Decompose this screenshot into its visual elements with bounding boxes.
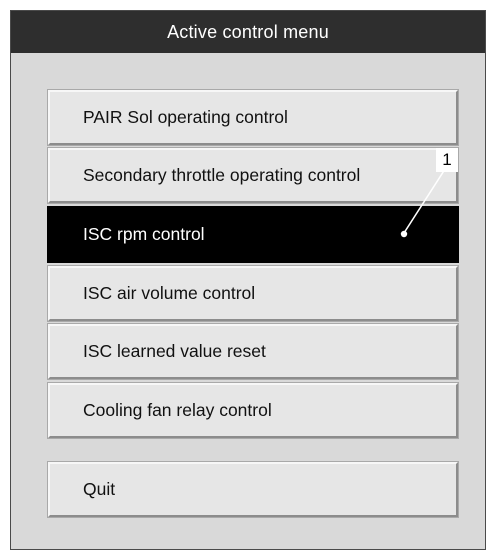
menu-item-isc-rpm-control[interactable]: ISC rpm control: [47, 206, 459, 263]
menu-item-secondary-throttle-operating-control[interactable]: Secondary throttle operating control: [47, 147, 459, 204]
menu-item-cooling-fan-relay-control[interactable]: Cooling fan relay control: [47, 382, 459, 439]
menu-item-isc-air-volume-control[interactable]: ISC air volume control: [47, 265, 459, 322]
quit-button[interactable]: Quit: [47, 461, 459, 518]
active-control-window: Active control menu PAIR Sol operating c…: [10, 10, 486, 550]
window-title: Active control menu: [11, 11, 485, 53]
callout-number-label: 1: [436, 148, 458, 172]
menu-item-pair-sol-operating-control[interactable]: PAIR Sol operating control: [47, 89, 459, 146]
menu-item-isc-learned-value-reset[interactable]: ISC learned value reset: [47, 323, 459, 380]
